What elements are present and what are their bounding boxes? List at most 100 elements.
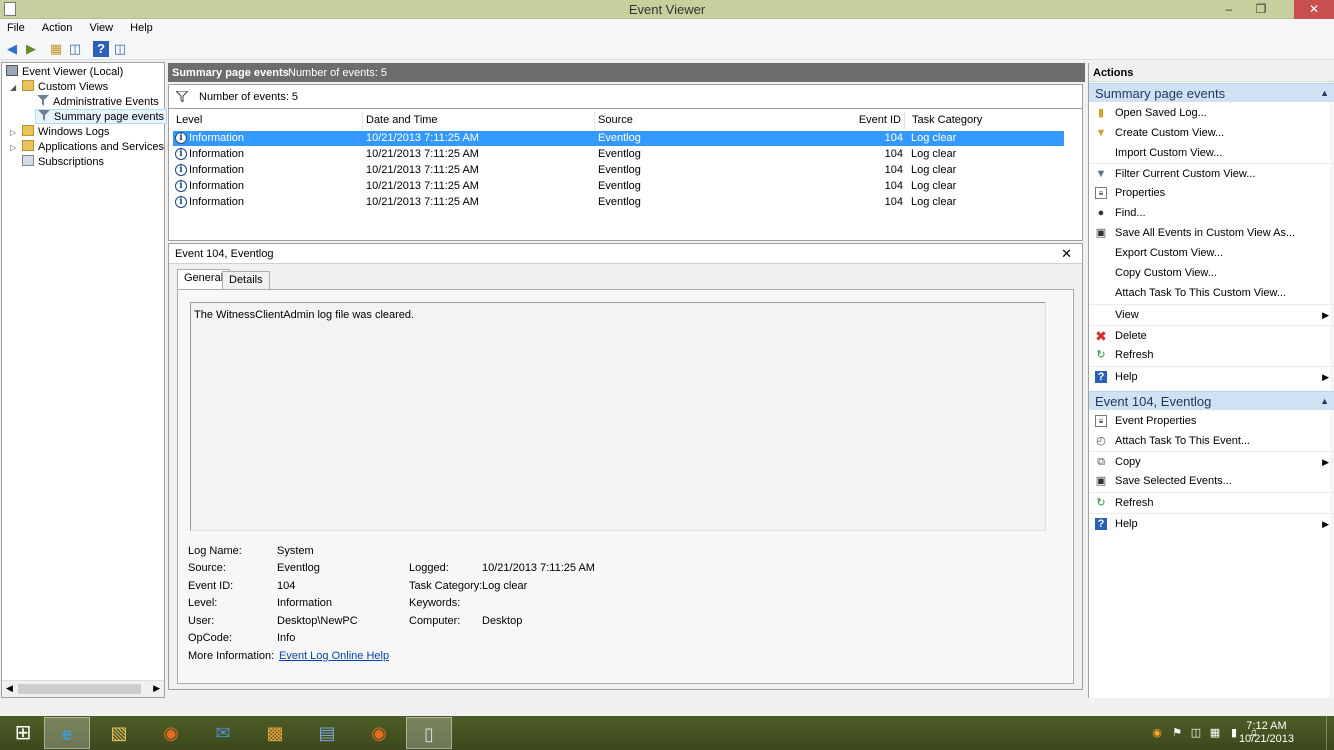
opcode-label: OpCode: [188,632,233,644]
general-tab-panel: The WitnessClientAdmin log file was clea… [177,289,1074,684]
action-filter-current-custom-view[interactable]: ▼ Filter Current Custom View... [1089,163,1334,183]
action-open-saved-log[interactable]: ▮ Open Saved Log... [1089,103,1334,123]
refresh-icon: ↻ [1096,349,1106,361]
action-help[interactable]: ? Help ▶ [1089,366,1334,386]
column-header-task-category[interactable]: Task Category [909,111,1064,129]
column-header-spacer [905,111,908,129]
action-find[interactable]: ● Find... [1089,203,1334,223]
event-level: Information [189,148,245,160]
scrollbar-thumb[interactable] [18,684,141,694]
tree-item-subscriptions[interactable]: Subscriptions [22,155,104,170]
action-create-custom-view[interactable]: ▼ Create Custom View... [1089,123,1334,143]
network-icon[interactable]: ◫ [1189,726,1203,740]
subscriptions-icon [22,155,34,166]
action-refresh-event[interactable]: ↻ Refresh [1089,492,1334,512]
column-header-level[interactable]: Level [173,111,363,129]
action-label: Help [1115,518,1138,530]
tray-app-icon[interactable]: ◉ [1150,726,1164,740]
action-save-all-events[interactable]: ▣ Save All Events in Custom View As... [1089,223,1334,243]
action-import-custom-view[interactable]: Import Custom View... [1089,143,1334,163]
show-hide-console-tree-icon[interactable]: ◫ [67,41,83,57]
close-button[interactable]: ✕ [1294,0,1334,19]
menu-action[interactable]: Action [35,19,80,37]
event-row[interactable]: i Information 10/21/2013 7:11:25 AM Even… [173,147,1064,162]
collapse-arrow-icon[interactable]: ▲ [1320,396,1329,406]
close-detail-icon[interactable]: ✕ [1061,246,1072,262]
submenu-arrow-icon: ▶ [1322,519,1329,529]
event-row[interactable]: i Information 10/21/2013 7:11:25 AM Even… [173,179,1064,194]
tab-details[interactable]: Details [222,271,270,289]
file-explorer-icon[interactable]: ▧ [96,717,142,749]
keywords-label: Keywords: [409,597,461,609]
firefox-icon[interactable]: ◉ [148,717,194,749]
collapsed-arrow-icon[interactable]: ▷ [10,128,16,137]
scroll-right-icon[interactable]: ▶ [153,683,160,694]
internet-explorer-icon[interactable]: e [44,717,90,749]
event-row[interactable]: i Information 10/21/2013 7:11:25 AM Even… [173,195,1064,210]
event-log-online-help-link[interactable]: Event Log Online Help [279,650,389,662]
action-refresh[interactable]: ↻ Refresh [1089,345,1334,365]
tree-item-custom-views[interactable]: Custom Views [22,80,108,95]
jar-app-icon[interactable]: ▩ [252,717,298,749]
tree-label: Windows Logs [38,126,110,138]
show-desktop-button[interactable] [1326,716,1334,750]
computer-value: Desktop [482,615,523,627]
column-header-event-id[interactable]: Event ID [849,111,905,129]
action-label: Find... [1115,207,1146,219]
action-group-title: Event 104, Eventlog [1095,394,1212,409]
action-label: Refresh [1115,497,1154,509]
collapsed-arrow-icon[interactable]: ▷ [10,143,16,152]
monitor-app-icon[interactable]: ▤ [304,717,350,749]
scroll-left-icon[interactable]: ◀ [6,683,13,694]
minimize-button[interactable]: – [1216,0,1242,19]
firefox-icon-2[interactable]: ◉ [356,717,402,749]
action-label: Open Saved Log... [1115,107,1207,119]
action-group-summary-page-events[interactable]: Summary page events ▲ [1089,83,1334,102]
action-view[interactable]: View ▶ [1089,304,1334,324]
tree-item-event-viewer-local[interactable]: Event Viewer (Local) [6,65,123,80]
action-save-selected-events[interactable]: ▣ Save Selected Events... [1089,471,1334,491]
column-header-date-and-time[interactable]: Date and Time [363,111,595,129]
tree-label: Event Viewer (Local) [22,66,124,78]
tree-item-windows-logs[interactable]: Windows Logs [22,125,110,140]
up-folder-icon[interactable]: ▦ [48,41,64,57]
event-row[interactable]: i Information 10/21/2013 7:11:25 AM Even… [173,131,1064,146]
action-export-custom-view[interactable]: Export Custom View... [1089,243,1334,263]
event-description-box[interactable]: The WitnessClientAdmin log file was clea… [190,302,1046,531]
menu-help[interactable]: Help [123,19,160,37]
collapse-arrow-icon[interactable]: ▲ [1320,88,1329,98]
back-icon[interactable]: ◀ [4,41,20,57]
action-delete[interactable]: ✖ Delete [1089,325,1334,345]
event-row[interactable]: i Information 10/21/2013 7:11:25 AM Even… [173,163,1064,178]
submenu-arrow-icon: ▶ [1322,310,1329,320]
thunderbird-icon[interactable]: ✉ [200,717,246,749]
action-attach-task-to-custom-view[interactable]: Attach Task To This Custom View... [1089,283,1334,303]
menu-file[interactable]: File [0,19,32,37]
event-source: Eventlog [598,148,641,160]
action-attach-task-to-event[interactable]: ◴ Attach Task To This Event... [1089,431,1334,451]
action-copy-custom-view[interactable]: Copy Custom View... [1089,263,1334,283]
help-icon[interactable]: ? [93,41,109,57]
save-icon: ▣ [1095,227,1107,239]
tree-label: Subscriptions [38,156,105,168]
expanded-arrow-icon[interactable]: ◢ [10,83,16,92]
tree-item-administrative-events[interactable]: Administrative Events [37,95,159,110]
menu-view[interactable]: View [82,19,120,37]
tree-horizontal-scrollbar[interactable]: ◀ ▶ [2,680,164,697]
action-event-properties[interactable]: ≡ Event Properties [1089,411,1334,431]
taskbar-clock[interactable]: 7:12 AM 10/21/2013 [1239,720,1294,746]
windows-start-icon[interactable]: ⊞ [0,717,46,749]
event-viewer-taskbar-icon[interactable]: ▯ [406,717,452,749]
calendar-tray-icon[interactable]: ▦ [1208,726,1222,740]
action-properties[interactable]: ≡ Properties [1089,183,1334,203]
forward-icon[interactable]: ▶ [23,41,39,57]
event-level: Information [189,132,245,144]
show-hide-action-pane-icon[interactable]: ◫ [112,41,128,57]
tree-item-summary-page-events[interactable]: Summary page events [35,109,168,124]
action-copy[interactable]: ⧉ Copy ▶ [1089,451,1334,471]
action-help-event[interactable]: ? Help ▶ [1089,513,1334,533]
action-group-event-104-eventlog[interactable]: Event 104, Eventlog ▲ [1089,391,1334,410]
tree-item-applications-and-services[interactable]: Applications and Services Lo [22,140,179,155]
restore-button[interactable]: ❐ [1248,0,1274,19]
action-center-flag-icon[interactable]: ⚑ [1170,726,1184,740]
